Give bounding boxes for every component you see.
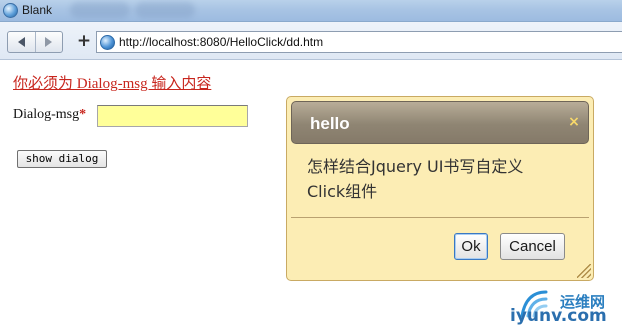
forward-button[interactable] xyxy=(34,32,62,52)
dialog-body: 怎样结合Jquery UI书写自定义 Click组件 xyxy=(307,154,567,204)
new-tab-button[interactable]: + xyxy=(74,31,94,53)
dialog-divider xyxy=(291,217,589,218)
nav-buttons xyxy=(7,31,63,53)
dialog-title: hello xyxy=(310,114,350,133)
blurred-titlebar-area xyxy=(70,2,130,18)
validation-error-link[interactable]: 你必须为 Dialog-msg 输入内容 xyxy=(13,72,211,93)
back-button[interactable] xyxy=(8,32,35,52)
globe-icon xyxy=(100,35,115,50)
forward-arrow-icon xyxy=(45,37,53,47)
resize-grip-icon[interactable] xyxy=(577,264,591,278)
back-arrow-icon xyxy=(17,37,25,47)
hello-dialog: hello × 怎样结合Jquery UI书写自定义 Click组件 Ok Ca… xyxy=(286,96,594,281)
window-title: Blank xyxy=(22,3,53,17)
address-bar[interactable]: http://localhost:8080/HelloClick/dd.htm xyxy=(96,31,622,53)
window-titlebar: Blank xyxy=(0,0,622,22)
dialog-msg-input[interactable] xyxy=(97,105,248,127)
dialog-msg-label-text: Dialog-msg xyxy=(13,107,80,122)
cancel-button[interactable]: Cancel xyxy=(500,233,565,260)
dialog-titlebar[interactable]: hello × xyxy=(291,101,589,144)
blurred-titlebar-area xyxy=(135,2,195,18)
watermark-en: iyunv.com xyxy=(510,306,607,326)
show-dialog-button[interactable]: show dialog xyxy=(17,150,107,168)
dialog-body-line: Click组件 xyxy=(307,182,378,201)
browser-toolbar: + http://localhost:8080/HelloClick/dd.ht… xyxy=(0,22,622,60)
dialog-body-line: 怎样结合Jquery UI书写自定义 xyxy=(307,157,524,176)
close-icon[interactable]: × xyxy=(566,114,582,130)
ok-button[interactable]: Ok xyxy=(454,233,488,260)
browser-app-icon xyxy=(3,3,18,18)
dialog-msg-label: Dialog-msg* xyxy=(13,107,86,123)
required-asterisk: * xyxy=(79,107,87,122)
address-url[interactable]: http://localhost:8080/HelloClick/dd.htm xyxy=(119,35,323,49)
